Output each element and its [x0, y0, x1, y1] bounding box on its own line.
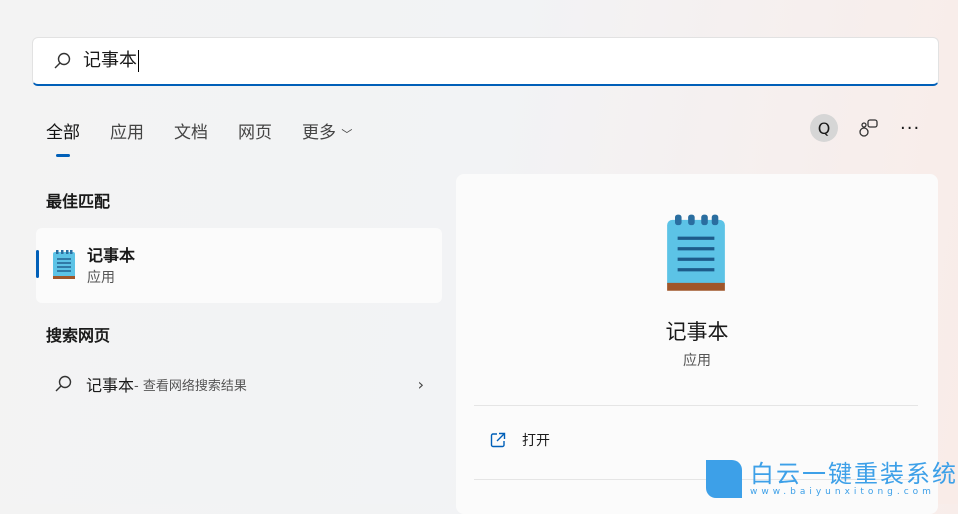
watermark-title: 白云一键重装系统 [750, 460, 958, 488]
tab-more[interactable]: 更多 ﹀ [302, 118, 352, 143]
notepad-large-icon [667, 214, 725, 291]
tab-apps[interactable]: 应用 [110, 118, 144, 143]
bird-logo-icon [706, 460, 742, 498]
search-icon [54, 52, 71, 69]
detail-title: 记事本 [665, 320, 729, 344]
best-match-title: 记事本 [87, 246, 136, 265]
open-action[interactable]: 打开 [490, 430, 550, 450]
tab-documents[interactable]: 文档 [174, 118, 208, 143]
search-input[interactable]: 记事本 [83, 50, 139, 72]
watermark: 白云一键重装系统 www.baiyunxitong.com [706, 460, 958, 498]
watermark-url: www.baiyunxitong.com [750, 487, 935, 497]
chevron-right-icon: › [417, 374, 424, 394]
share-icon[interactable] [858, 118, 880, 138]
best-match-item[interactable]: 记事本 应用 [36, 228, 442, 303]
detail-subtitle: 应用 [683, 353, 711, 369]
web-search-heading: 搜索网页 [46, 326, 111, 345]
open-external-icon [490, 432, 506, 448]
web-search-suffix: - 查看网络搜索结果 [134, 378, 247, 394]
open-label: 打开 [522, 433, 550, 449]
search-box[interactable]: 记事本 [32, 37, 939, 86]
tab-all[interactable]: 全部 [46, 118, 80, 157]
search-icon [55, 375, 72, 392]
tab-more-label: 更多 [302, 123, 336, 143]
more-options-icon[interactable]: ··· [900, 118, 920, 139]
web-search-item[interactable]: 记事本 - 查看网络搜索结果 › [54, 372, 424, 396]
chevron-down-icon: ﹀ [341, 128, 353, 141]
tab-web[interactable]: 网页 [238, 118, 272, 143]
best-match-subtitle: 应用 [87, 270, 115, 286]
web-search-query: 记事本 [86, 376, 135, 395]
selection-indicator [36, 250, 39, 278]
account-avatar[interactable]: Q [810, 114, 838, 142]
best-match-heading: 最佳匹配 [46, 192, 111, 211]
notepad-icon [53, 250, 75, 279]
divider [474, 405, 918, 406]
